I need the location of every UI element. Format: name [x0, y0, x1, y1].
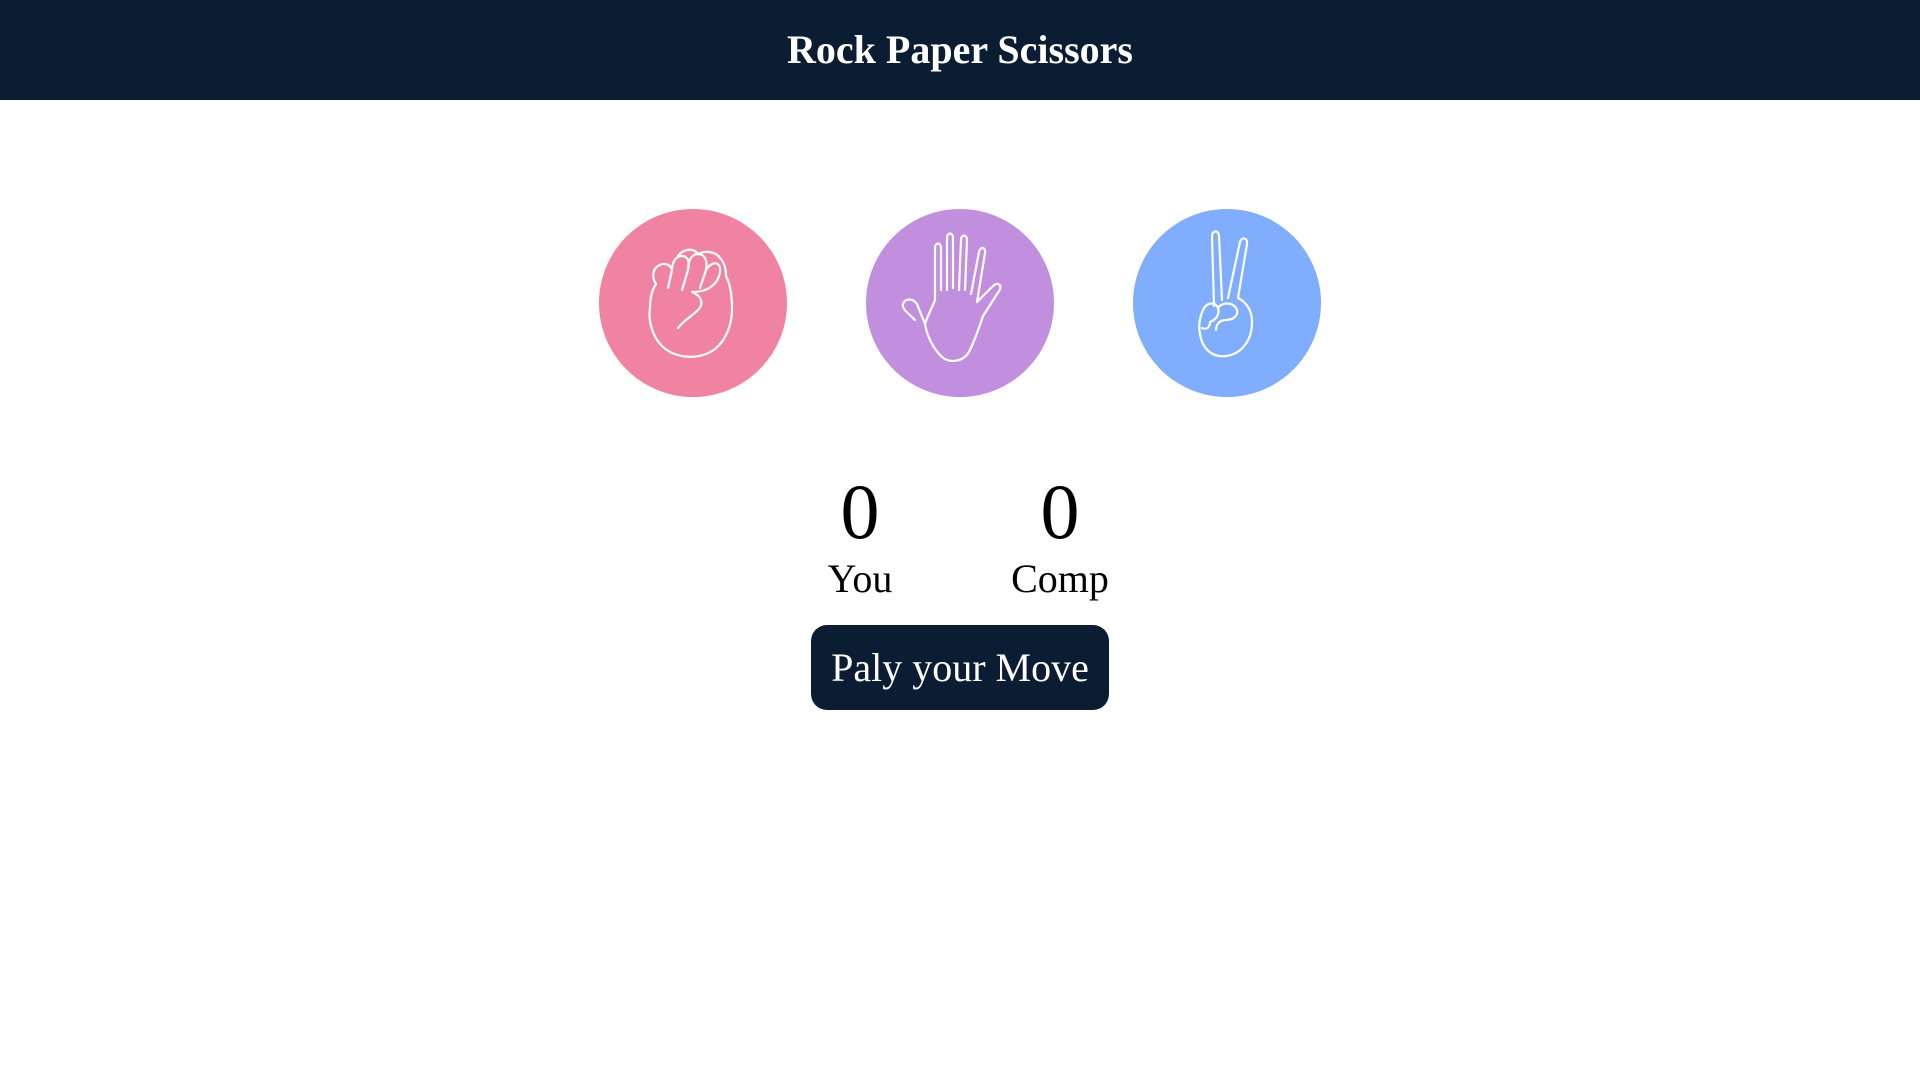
comp-score-value: 0 — [1040, 468, 1080, 555]
page-title: Rock Paper Scissors — [787, 27, 1133, 72]
user-score: 0 You — [805, 468, 915, 602]
user-score-label: You — [827, 556, 893, 601]
scoreboard: 0 You 0 Comp — [0, 468, 1920, 602]
comp-score-label: Comp — [1011, 556, 1109, 601]
comp-score: 0 Comp — [1005, 468, 1115, 602]
scissors-hand-icon — [1198, 230, 1254, 358]
user-score-value: 0 — [840, 468, 880, 555]
rock-hand-icon — [648, 248, 734, 358]
scissors-choice[interactable] — [1133, 209, 1321, 397]
rock-choice[interactable] — [599, 209, 787, 397]
status-message: Paly your Move — [811, 625, 1109, 710]
paper-hand-icon — [901, 232, 1002, 362]
paper-choice[interactable] — [866, 209, 1054, 397]
choices-row — [0, 209, 1920, 397]
app-header: Rock Paper Scissors — [0, 0, 1920, 100]
message-container: Paly your Move — [0, 625, 1920, 710]
